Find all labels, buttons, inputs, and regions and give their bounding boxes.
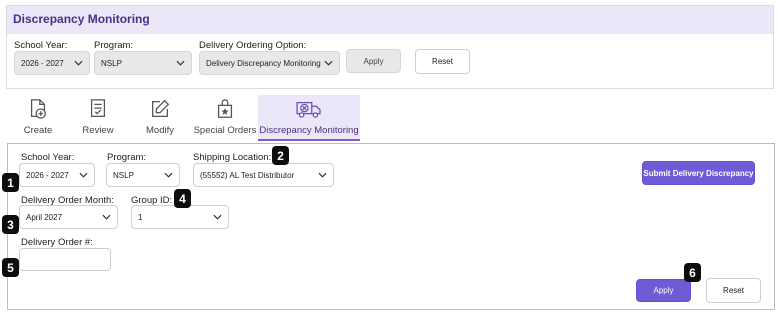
tab-special-orders-label: Special Orders	[193, 125, 257, 136]
chevron-down-icon	[74, 60, 83, 66]
star-bag-icon	[217, 99, 233, 118]
header-program-label: Program:	[94, 40, 134, 51]
school-year-label: School Year:	[21, 152, 75, 163]
page-title: Discrepancy Monitoring	[13, 12, 150, 26]
truck-x-icon	[296, 101, 321, 118]
tab-review-label: Review	[82, 125, 114, 136]
header-delivery-option-select[interactable]: Delivery Discrepancy Monitoring	[199, 51, 340, 75]
callout-badge-4: 4	[174, 189, 191, 208]
chevron-down-icon	[164, 172, 173, 178]
submit-delivery-discrepancy-button[interactable]: Submit Delivery Discrepancy	[642, 161, 755, 185]
chevron-down-icon	[102, 214, 111, 220]
school-year-value: 2026 - 2027	[26, 170, 69, 180]
group-id-value: 1	[138, 212, 143, 222]
edit-icon	[152, 99, 170, 117]
shipping-location-select[interactable]: (55552) AL Test Distributor	[193, 163, 334, 187]
header-program-value: NSLP	[101, 58, 122, 68]
program-select[interactable]: NSLP	[106, 163, 180, 187]
header-school-year-value: 2026 - 2027	[21, 58, 64, 68]
header-apply-button[interactable]: Apply	[346, 49, 401, 73]
delivery-order-input[interactable]	[19, 248, 111, 271]
tab-discrepancy-monitoring-label: Discrepancy Monitoring	[259, 125, 359, 136]
school-year-select[interactable]: 2026 - 2027	[19, 163, 95, 187]
delivery-month-select[interactable]: April 2027	[19, 205, 118, 229]
chevron-down-icon	[213, 214, 222, 220]
reset-button[interactable]: Reset	[706, 278, 761, 303]
header-program-select[interactable]: NSLP	[94, 51, 192, 75]
header-school-year-label: School Year:	[14, 40, 68, 51]
shipping-location-label: Shipping Location:	[193, 152, 272, 163]
apply-button[interactable]: Apply	[636, 279, 691, 302]
delivery-order-label: Delivery Order #:	[21, 237, 93, 248]
program-value: NSLP	[113, 170, 134, 180]
chevron-down-icon	[318, 172, 327, 178]
callout-badge-3: 3	[2, 215, 19, 234]
callout-badge-6: 6	[684, 263, 701, 282]
header-delivery-option-label: Delivery Ordering Option:	[199, 40, 307, 51]
tab-modify-label: Modify	[146, 125, 174, 136]
shipping-location-value: (55552) AL Test Distributor	[200, 170, 295, 180]
program-label: Program:	[107, 152, 147, 163]
group-id-select[interactable]: 1	[131, 205, 229, 229]
delivery-month-value: April 2027	[26, 212, 63, 222]
tab-modify[interactable]: Modify	[136, 95, 184, 141]
callout-badge-2: 2	[272, 146, 289, 165]
chevron-down-icon	[79, 172, 88, 178]
header-delivery-option-value: Delivery Discrepancy Monitoring	[206, 58, 321, 68]
tab-create-label: Create	[23, 125, 53, 136]
tab-special-orders[interactable]: Special Orders	[193, 95, 257, 141]
chevron-down-icon	[176, 60, 185, 66]
tab-create[interactable]: Create	[14, 95, 62, 141]
file-plus-icon	[30, 99, 46, 119]
header-reset-button[interactable]: Reset	[415, 49, 470, 74]
callout-badge-1: 1	[2, 173, 19, 192]
tab-discrepancy-monitoring[interactable]: Discrepancy Monitoring	[258, 95, 360, 141]
header-school-year-select[interactable]: 2026 - 2027	[14, 51, 90, 75]
tab-review[interactable]: Review	[74, 95, 122, 141]
callout-badge-5: 5	[2, 258, 19, 277]
chevron-down-icon	[324, 60, 333, 66]
checklist-icon	[90, 99, 106, 117]
